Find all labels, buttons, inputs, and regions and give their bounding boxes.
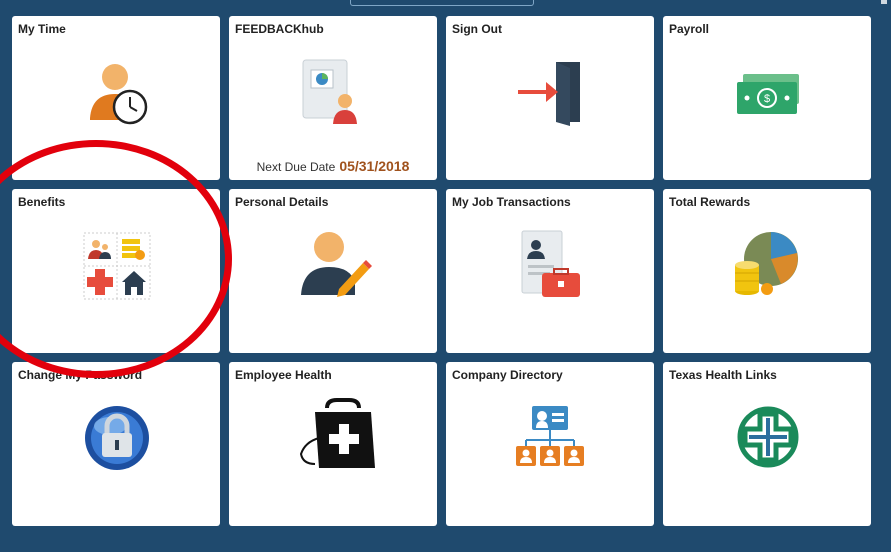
medical-bag-icon: [299, 398, 375, 468]
benefits-grid-icon: [83, 232, 151, 300]
tile-texas-health-links[interactable]: Texas Health Links: [663, 362, 871, 526]
tile-title: Employee Health: [235, 368, 332, 382]
due-date-text: Next Due Date 05/31/2018: [229, 158, 437, 174]
person-pencil-icon: [301, 232, 372, 297]
tile-title: Personal Details: [235, 195, 329, 209]
due-date: 05/31/2018: [339, 158, 410, 174]
tile-title: My Job Transactions: [452, 195, 571, 209]
person-clock-icon: [90, 64, 148, 125]
tile-my-time[interactable]: My Time: [12, 16, 220, 180]
tile-title: Company Directory: [452, 368, 563, 382]
tile-title: Texas Health Links: [669, 368, 777, 382]
tile-feedbackhub[interactable]: FEEDBACKhub Next Due Date 05/31/2018: [229, 16, 437, 180]
tile-payroll[interactable]: Payroll $: [663, 16, 871, 180]
top-edge-icon: [881, 0, 887, 4]
tile-title: Benefits: [18, 195, 66, 209]
tile-title: Total Rewards: [669, 195, 751, 209]
tile-title: FEEDBACKhub: [235, 22, 324, 36]
tile-title: My Time: [18, 22, 66, 36]
tile-benefits[interactable]: Benefits: [12, 189, 220, 353]
top-bar: [0, 0, 891, 8]
document-briefcase-icon: [521, 230, 580, 297]
top-search-tab[interactable]: [350, 0, 534, 6]
tile-title: Payroll: [669, 22, 710, 36]
money-icon: $: [737, 74, 799, 114]
exit-door-icon: [518, 62, 580, 126]
tile-title: Change My Password: [18, 368, 143, 382]
lock-globe-icon: [85, 406, 149, 470]
tile-my-job-transactions[interactable]: My Job Transactions: [446, 189, 654, 353]
report-person-icon: [302, 59, 357, 124]
tile-employee-health[interactable]: Employee Health: [229, 362, 437, 526]
tile-total-rewards[interactable]: Total Rewards: [663, 189, 871, 353]
pie-coins-icon: [735, 232, 798, 295]
due-label: Next Due Date: [256, 160, 336, 174]
tile-company-directory[interactable]: Company Directory: [446, 362, 654, 526]
svg-text:$: $: [764, 93, 770, 105]
tile-personal-details[interactable]: Personal Details: [229, 189, 437, 353]
tile-title: Sign Out: [452, 22, 502, 36]
org-chart-icon: [516, 406, 584, 466]
health-cross-logo-icon: [737, 406, 799, 468]
tile-sign-out[interactable]: Sign Out: [446, 16, 654, 180]
tile-change-my-password[interactable]: Change My Password: [12, 362, 220, 526]
